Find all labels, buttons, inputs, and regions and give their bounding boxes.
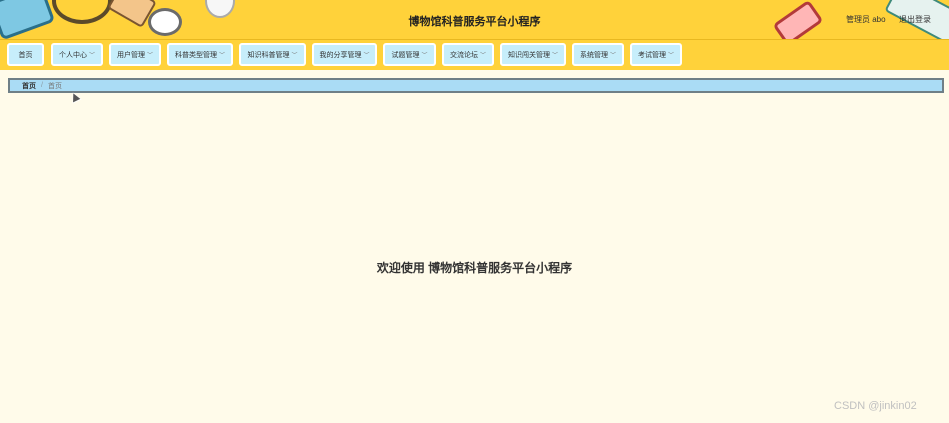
header: 博物馆科普服务平台小程序 管理员 abo 退出登录 xyxy=(0,0,949,40)
nav-item-level-challenge-management[interactable]: 知识闯关管理 ﹀ xyxy=(500,43,566,66)
nav-item-label: 交流论坛 xyxy=(449,51,478,59)
nav-item-label: 知识闯关管理 xyxy=(507,51,550,59)
nav-item-label: 考试管理 xyxy=(637,51,666,59)
chevron-down-icon: ﹀ xyxy=(146,53,153,59)
nav-item-label: 试题管理 xyxy=(391,51,420,59)
watermark: CSDN @jinkin02 xyxy=(834,400,917,412)
chevron-down-icon: ﹀ xyxy=(363,53,370,59)
nav-item-exam-management[interactable]: 考试管理 ﹀ xyxy=(630,43,682,66)
nav-item-label: 用户管理 xyxy=(116,51,145,59)
nav-item-label: 系统管理 xyxy=(579,51,608,59)
nav-item-label: 首页 xyxy=(18,51,33,59)
breadcrumb-separator: / xyxy=(41,82,43,89)
nav-item-question-management[interactable]: 试题管理 ﹀ xyxy=(383,43,436,66)
nav-bar: 首页 个人中心 ﹀ 用户管理 ﹀ 科普类型管理 ﹀ 知识科普管理 ﹀ 我的分享管… xyxy=(0,40,949,70)
chevron-down-icon: ﹀ xyxy=(291,53,298,59)
nav-item-label: 个人中心 xyxy=(58,51,87,59)
chevron-down-icon: ﹀ xyxy=(88,53,95,59)
nav-item-label: 科普类型管理 xyxy=(174,51,217,59)
breadcrumb: 首页 / 首页 xyxy=(8,78,944,93)
welcome-message: 欢迎使用 博物馆科普服务平台小程序 xyxy=(376,261,573,275)
chevron-down-icon: ﹀ xyxy=(218,53,225,59)
breadcrumb-home-link[interactable]: 首页 xyxy=(22,81,36,91)
user-info: 管理员 abo xyxy=(846,15,886,24)
chevron-down-icon: ﹀ xyxy=(551,53,558,59)
nav-item-label: 我的分享管理 xyxy=(319,51,362,59)
chevron-down-icon: ﹀ xyxy=(609,53,616,59)
chevron-down-icon: ﹀ xyxy=(479,53,486,59)
chevron-down-icon: ﹀ xyxy=(667,53,674,59)
nav-item-label: 知识科普管理 xyxy=(247,51,290,59)
nav-item-personal-center[interactable]: 个人中心 ﹀ xyxy=(51,43,103,66)
breadcrumb-current: 首页 xyxy=(47,82,62,90)
nav-item-forum[interactable]: 交流论坛 ﹀ xyxy=(442,43,494,66)
nav-item-my-share-management[interactable]: 我的分享管理 ﹀ xyxy=(312,43,377,66)
nav-item-knowledge-science-management[interactable]: 知识科普管理 ﹀ xyxy=(239,43,306,66)
nav-item-system-management[interactable]: 系统管理 ﹀ xyxy=(572,43,624,66)
chevron-down-icon: ﹀ xyxy=(421,53,428,59)
nav-item-user-management[interactable]: 用户管理 ﹀ xyxy=(109,43,161,66)
logout-link[interactable]: 退出登录 xyxy=(899,14,931,25)
page-title: 博物馆科普服务平台小程序 xyxy=(408,16,541,28)
nav-item-science-type-management[interactable]: 科普类型管理 ﹀ xyxy=(167,43,233,66)
nav-item-home[interactable]: 首页 xyxy=(7,43,44,66)
